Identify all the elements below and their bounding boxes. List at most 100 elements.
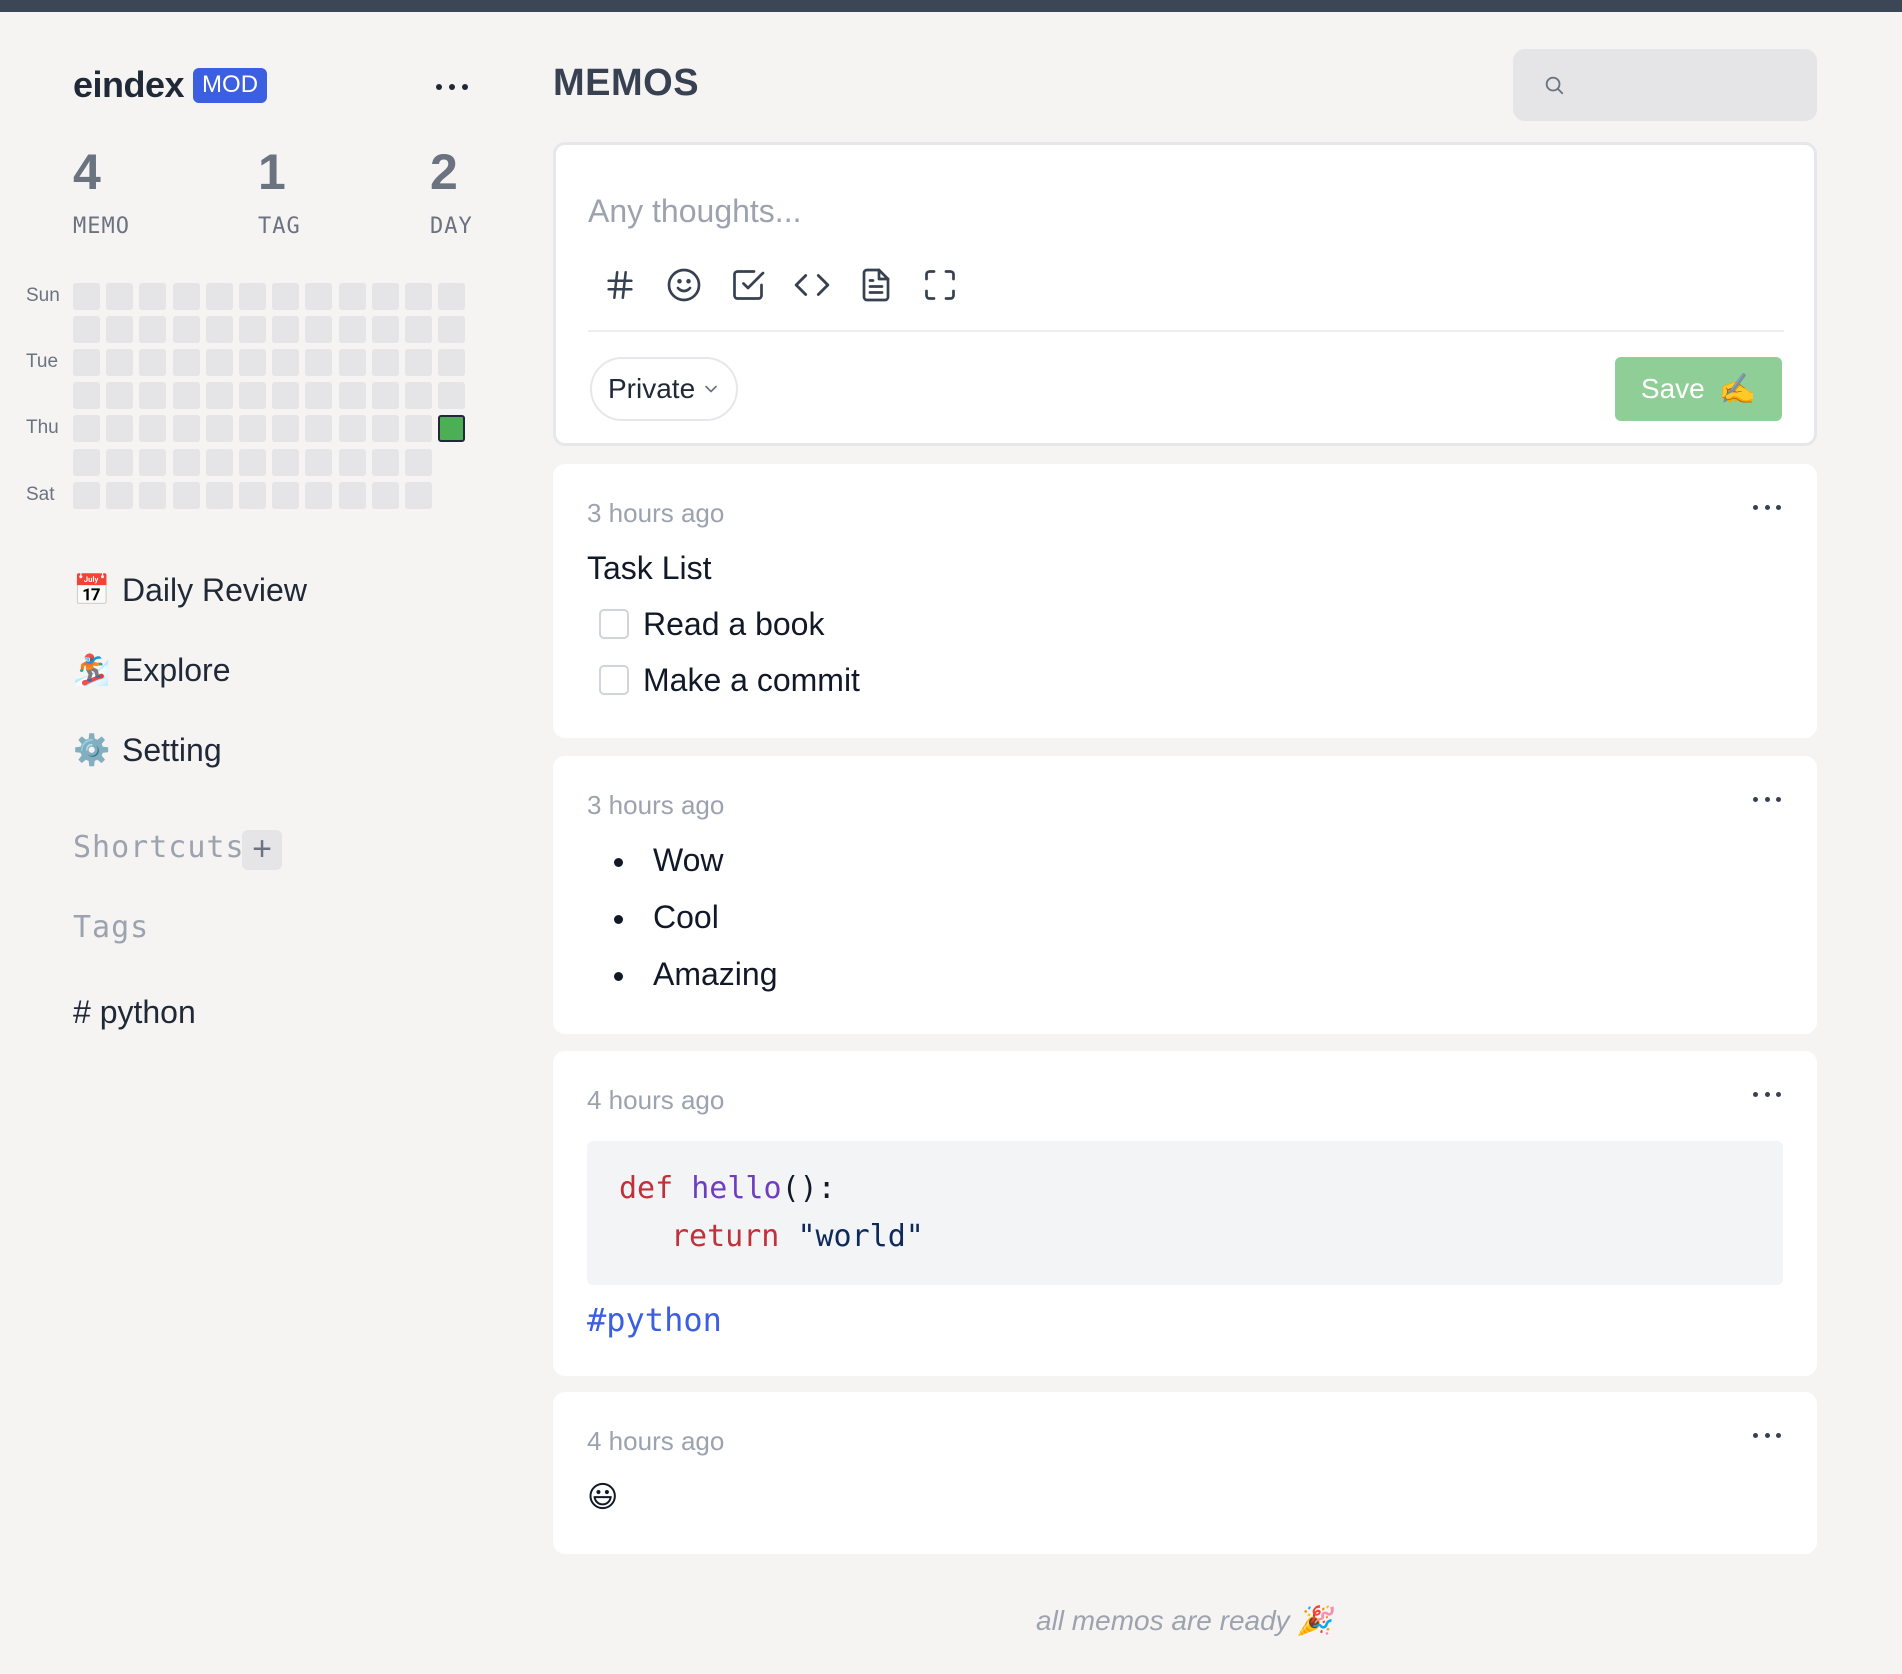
heatmap-cell[interactable] — [371, 283, 399, 310]
memo-more-icon[interactable] — [1753, 1089, 1781, 1099]
heatmap-cell[interactable] — [205, 283, 233, 310]
heatmap-cell[interactable] — [106, 481, 134, 509]
heatmap-cell[interactable] — [405, 382, 432, 410]
heatmap-cell[interactable] — [139, 349, 167, 377]
heatmap-cell[interactable] — [338, 415, 366, 443]
heatmap-cell[interactable] — [405, 316, 432, 344]
heatmap-cell[interactable] — [239, 283, 266, 310]
heatmap-cell[interactable] — [139, 283, 167, 310]
user-info[interactable]: eindex MOD — [73, 64, 268, 106]
file-icon[interactable] — [856, 265, 896, 305]
checkbox-icon[interactable] — [728, 265, 768, 305]
heatmap-cell[interactable] — [205, 316, 233, 344]
heatmap-cell[interactable] — [73, 481, 100, 509]
memo-more-icon[interactable] — [1753, 794, 1781, 804]
heatmap-cell[interactable] — [139, 448, 167, 476]
heatmap-cell[interactable] — [106, 448, 134, 476]
heatmap-cell[interactable] — [239, 448, 266, 476]
nav-explore[interactable]: 🏂 Explore — [73, 652, 231, 689]
memo-more-icon[interactable] — [1753, 1430, 1781, 1440]
heatmap-cell[interactable] — [438, 316, 466, 344]
heatmap-cell[interactable] — [371, 316, 399, 344]
sidebar-tag-python[interactable]: # python — [73, 994, 196, 1031]
heatmap-cell[interactable] — [338, 283, 366, 310]
heatmap-cell[interactable] — [73, 316, 100, 344]
heatmap-cell[interactable] — [205, 481, 233, 509]
emoji-icon[interactable] — [664, 265, 704, 305]
heatmap-cell[interactable] — [438, 415, 466, 443]
nav-setting[interactable]: ⚙️ Setting — [73, 732, 222, 769]
hashtag-icon[interactable] — [600, 265, 640, 305]
heatmap-cell[interactable] — [305, 283, 333, 310]
heatmap-cell[interactable] — [272, 316, 300, 344]
task-checkbox[interactable] — [599, 665, 629, 695]
heatmap-cell[interactable] — [172, 349, 200, 377]
heatmap-cell[interactable] — [371, 349, 399, 377]
heatmap-cell[interactable] — [438, 382, 466, 410]
visibility-select[interactable]: Private — [590, 357, 738, 421]
heatmap-cell[interactable] — [106, 283, 134, 310]
heatmap-cell[interactable] — [305, 415, 333, 443]
heatmap-cell[interactable] — [272, 349, 300, 377]
heatmap-cell[interactable] — [438, 349, 466, 377]
heatmap-cell[interactable] — [205, 349, 233, 377]
heatmap-cell[interactable] — [338, 448, 366, 476]
heatmap-cell[interactable] — [272, 481, 300, 509]
heatmap-cell[interactable] — [172, 448, 200, 476]
heatmap-cell[interactable] — [305, 349, 333, 377]
code-icon[interactable] — [792, 265, 832, 305]
heatmap-cell[interactable] — [305, 448, 333, 476]
heatmap-cell[interactable] — [272, 415, 300, 443]
heatmap-cell[interactable] — [371, 448, 399, 476]
heatmap-cell[interactable] — [371, 415, 399, 443]
heatmap-cell[interactable] — [106, 316, 134, 344]
heatmap-cell[interactable] — [338, 316, 366, 344]
heatmap-cell[interactable] — [239, 316, 266, 344]
heatmap-cell[interactable] — [239, 415, 266, 443]
heatmap-cell[interactable] — [106, 382, 134, 410]
search-input[interactable] — [1577, 71, 1817, 99]
heatmap-cell[interactable] — [338, 382, 366, 410]
memo-tag-python[interactable]: #python — [587, 1301, 722, 1339]
heatmap-cell[interactable] — [239, 382, 266, 410]
heatmap-cell[interactable] — [73, 415, 100, 443]
fullscreen-icon[interactable] — [920, 265, 960, 305]
heatmap-cell[interactable] — [239, 481, 266, 509]
heatmap-cell[interactable] — [371, 481, 399, 509]
memo-more-icon[interactable] — [1753, 502, 1781, 512]
heatmap-cell[interactable] — [438, 283, 466, 310]
heatmap-cell[interactable] — [73, 283, 100, 310]
heatmap-cell[interactable] — [172, 481, 200, 509]
heatmap-cell[interactable] — [405, 415, 432, 443]
heatmap-cell[interactable] — [73, 349, 100, 377]
add-shortcut-button[interactable]: + — [242, 830, 282, 870]
heatmap-cell[interactable] — [172, 283, 200, 310]
heatmap-cell[interactable] — [172, 382, 200, 410]
heatmap-cell[interactable] — [172, 316, 200, 344]
heatmap-cell[interactable] — [405, 349, 432, 377]
heatmap-cell[interactable] — [371, 382, 399, 410]
save-button[interactable]: Save ✍️ — [1615, 357, 1782, 421]
heatmap-cell[interactable] — [106, 415, 134, 443]
heatmap-cell[interactable] — [272, 283, 300, 310]
heatmap-cell[interactable] — [405, 283, 432, 310]
heatmap-cell[interactable] — [338, 349, 366, 377]
task-checkbox[interactable] — [599, 609, 629, 639]
search-box[interactable] — [1513, 49, 1817, 121]
heatmap-cell[interactable] — [73, 382, 100, 410]
heatmap-cell[interactable] — [172, 415, 200, 443]
heatmap-cell[interactable] — [239, 349, 266, 377]
heatmap-cell[interactable] — [139, 316, 167, 344]
heatmap-cell[interactable] — [106, 349, 134, 377]
heatmap-cell[interactable] — [405, 481, 432, 509]
heatmap-cell[interactable] — [205, 448, 233, 476]
more-horizontal-icon[interactable] — [432, 72, 472, 102]
heatmap-cell[interactable] — [139, 481, 167, 509]
heatmap-cell[interactable] — [338, 481, 366, 509]
nav-daily-review[interactable]: 📅 Daily Review — [73, 572, 307, 609]
heatmap-cell[interactable] — [139, 415, 167, 443]
heatmap-cell[interactable] — [205, 415, 233, 443]
memo-input-placeholder[interactable]: Any thoughts... — [588, 193, 801, 230]
heatmap-cell[interactable] — [139, 382, 167, 410]
heatmap-cell[interactable] — [73, 448, 100, 476]
